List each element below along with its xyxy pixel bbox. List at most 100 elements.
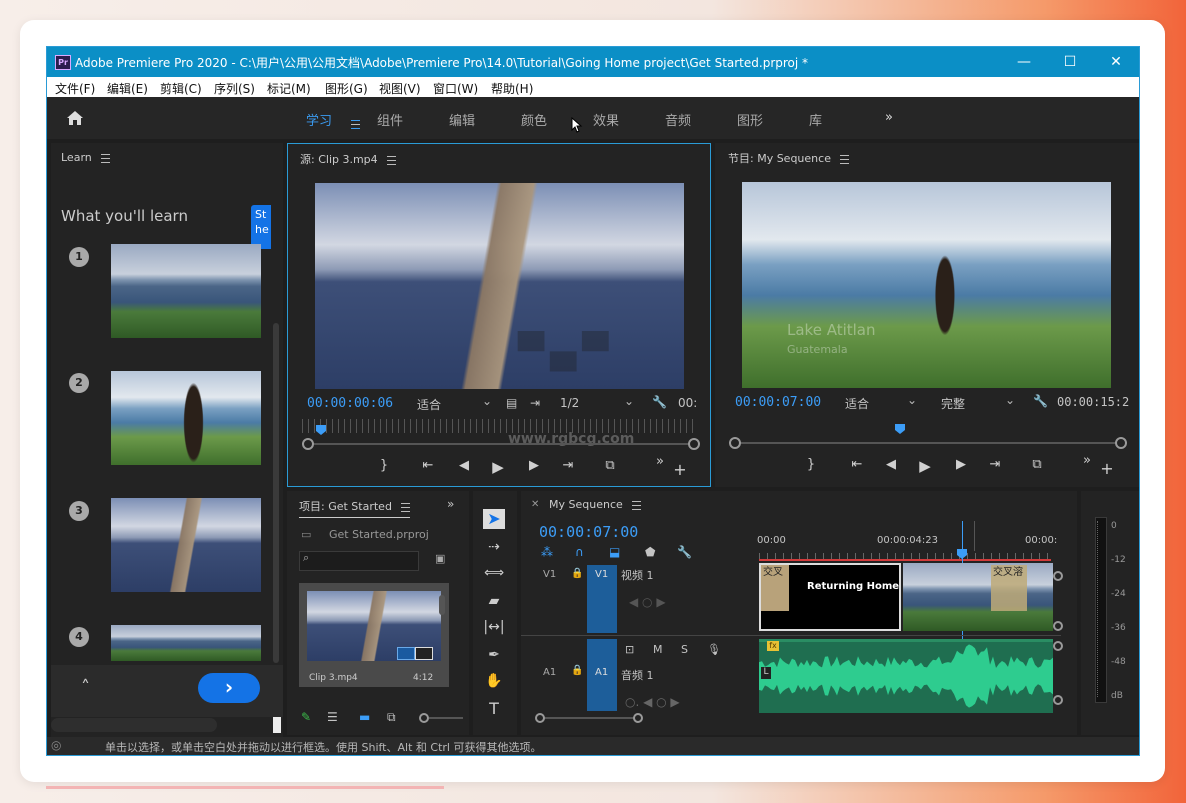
menu-window[interactable]: 窗口(W): [433, 80, 478, 97]
scroll-handle-left[interactable]: [535, 713, 545, 723]
wrench-icon[interactable]: 🔧: [652, 395, 667, 409]
program-playhead[interactable]: [895, 424, 905, 434]
pencil-icon[interactable]: ✎: [301, 710, 311, 724]
timeline-timecode[interactable]: 00:00:07:00: [539, 523, 638, 541]
minimize-button[interactable]: —: [1013, 52, 1035, 72]
go-to-out-icon[interactable]: ⇥: [558, 458, 578, 473]
menu-markers[interactable]: 标记(M): [267, 80, 311, 97]
source-zoom-bar[interactable]: [308, 443, 692, 445]
new-bin-icon[interactable]: ▣: [435, 552, 445, 565]
menu-help[interactable]: 帮助(H): [491, 80, 533, 97]
workspace-audio[interactable]: 音频: [665, 110, 691, 129]
selection-tool-icon[interactable]: ➤: [483, 509, 505, 529]
tutorial-thumbnail-2[interactable]: [111, 371, 261, 465]
button-editor-overflow-icon[interactable]: »: [1077, 453, 1097, 468]
home-icon[interactable]: [66, 110, 84, 126]
type-tool-icon[interactable]: T: [483, 699, 505, 719]
workspace-learning[interactable]: 学习: [306, 110, 332, 129]
source-playhead[interactable]: [316, 425, 326, 435]
add-button-icon[interactable]: +: [1097, 459, 1117, 478]
close-button[interactable]: ✕: [1105, 52, 1127, 72]
program-fit-dropdown[interactable]: 适合: [845, 395, 869, 412]
lock-icon[interactable]: 🔒: [571, 568, 583, 579]
mute-button[interactable]: M: [653, 643, 663, 656]
track-select-tool-icon[interactable]: ⇢: [483, 537, 505, 557]
zoom-handle-left[interactable]: [729, 437, 741, 449]
close-tab-icon[interactable]: ✕: [531, 499, 539, 510]
zoom-handle-right[interactable]: [688, 438, 700, 450]
v1-source-patch[interactable]: V1: [543, 569, 556, 580]
pen-tool-icon[interactable]: ✒: [483, 645, 505, 665]
snap-magnet-icon[interactable]: ∩: [575, 545, 584, 559]
zoom-slider[interactable]: [429, 717, 463, 719]
learn-horizontal-scrollbar[interactable]: [51, 718, 217, 732]
next-button[interactable]: ›: [198, 673, 260, 703]
wrench-icon[interactable]: 🔧: [1033, 394, 1048, 408]
tutorial-thumbnail-4[interactable]: [111, 625, 261, 661]
mark-in-icon[interactable]: }: [374, 458, 394, 473]
timeline-scrollbar[interactable]: [541, 717, 637, 719]
menu-sequence[interactable]: 序列(S): [214, 80, 255, 97]
zoom-handle-right[interactable]: [1115, 437, 1127, 449]
chevron-down-icon[interactable]: ⌄: [482, 394, 492, 408]
insert-icon[interactable]: ⇥: [530, 396, 540, 410]
menu-graphics[interactable]: 图形(G): [325, 80, 368, 97]
button-editor-overflow-icon[interactable]: »: [650, 454, 670, 469]
chevron-down-icon[interactable]: ⌄: [624, 394, 634, 408]
track-scroll-knob[interactable]: [1053, 571, 1063, 581]
source-resolution-dropdown[interactable]: 1/2: [560, 396, 579, 410]
go-to-out-icon[interactable]: ⇥: [985, 457, 1005, 472]
learn-scrollbar[interactable]: [273, 323, 279, 663]
freeform-view-icon[interactable]: ⧉: [387, 710, 396, 725]
ripple-edit-tool-icon[interactable]: ⟺: [483, 563, 505, 583]
tutorial-thumbnail-1[interactable]: [111, 244, 261, 338]
keyframe-nav-icon[interactable]: ◀ ○ ▶: [629, 595, 666, 609]
play-icon[interactable]: ▶: [915, 457, 935, 475]
hand-tool-icon[interactable]: ✋: [483, 671, 505, 691]
menu-edit[interactable]: 编辑(E): [107, 80, 148, 97]
workspace-effects[interactable]: 效果: [593, 110, 619, 129]
export-frame-icon[interactable]: ▤: [506, 396, 517, 410]
go-to-in-icon[interactable]: ⇤: [847, 457, 867, 472]
slip-tool-icon[interactable]: |↔|: [483, 617, 505, 637]
insert-clip-icon[interactable]: ⧉: [600, 458, 620, 473]
project-menu-icon[interactable]: [401, 502, 411, 512]
microphone-icon[interactable]: 🎙: [707, 643, 721, 656]
program-zoom-bar[interactable]: [735, 442, 1119, 444]
timeline-settings-wrench-icon[interactable]: 🔧: [677, 545, 692, 559]
workspace-color[interactable]: 颜色: [521, 110, 547, 129]
video-clip[interactable]: [903, 563, 1053, 631]
workspace-assembly[interactable]: 组件: [377, 110, 403, 129]
sync-lock-icon[interactable]: ⊡: [625, 643, 634, 656]
source-fit-dropdown[interactable]: 适合: [417, 396, 441, 413]
menu-file[interactable]: 文件(F): [55, 80, 95, 97]
step-forward-icon[interactable]: ▶: [951, 457, 971, 472]
lift-icon[interactable]: ⧉: [1027, 457, 1047, 472]
program-quality-dropdown[interactable]: 完整: [941, 395, 965, 412]
a1-source-patch[interactable]: A1: [543, 667, 556, 678]
program-menu-icon[interactable]: [840, 154, 850, 164]
zoom-slider-handle[interactable]: [419, 713, 429, 723]
program-timecode[interactable]: 00:00:07:00: [735, 395, 821, 410]
timeline-menu-icon[interactable]: [632, 500, 642, 510]
audio-clip-waveform[interactable]: [759, 639, 1053, 713]
project-search-input[interactable]: [299, 551, 419, 571]
list-view-icon[interactable]: ☰: [327, 710, 338, 724]
lock-icon[interactable]: 🔒: [571, 665, 583, 676]
learn-panel-menu-icon[interactable]: [101, 153, 111, 163]
razor-tool-icon[interactable]: ▰: [483, 591, 505, 611]
step-back-icon[interactable]: ◀: [454, 458, 474, 473]
go-to-in-icon[interactable]: ⇤: [418, 458, 438, 473]
menu-view[interactable]: 视图(V): [379, 80, 421, 97]
step-forward-icon[interactable]: ▶: [524, 458, 544, 473]
play-icon[interactable]: ▶: [488, 458, 508, 476]
maximize-button[interactable]: ☐: [1059, 52, 1081, 72]
zoom-handle-left[interactable]: [302, 438, 314, 450]
source-menu-icon[interactable]: [387, 155, 397, 165]
step-back-icon[interactable]: ◀: [881, 457, 901, 472]
nest-icon[interactable]: ⁂: [541, 545, 553, 559]
workspace-menu-icon[interactable]: [345, 114, 360, 133]
audio-keyframe-nav-icon[interactable]: ○. ◀ ○ ▶: [625, 695, 680, 709]
add-button-icon[interactable]: +: [670, 460, 690, 479]
panel-overflow-icon[interactable]: »: [447, 497, 454, 511]
